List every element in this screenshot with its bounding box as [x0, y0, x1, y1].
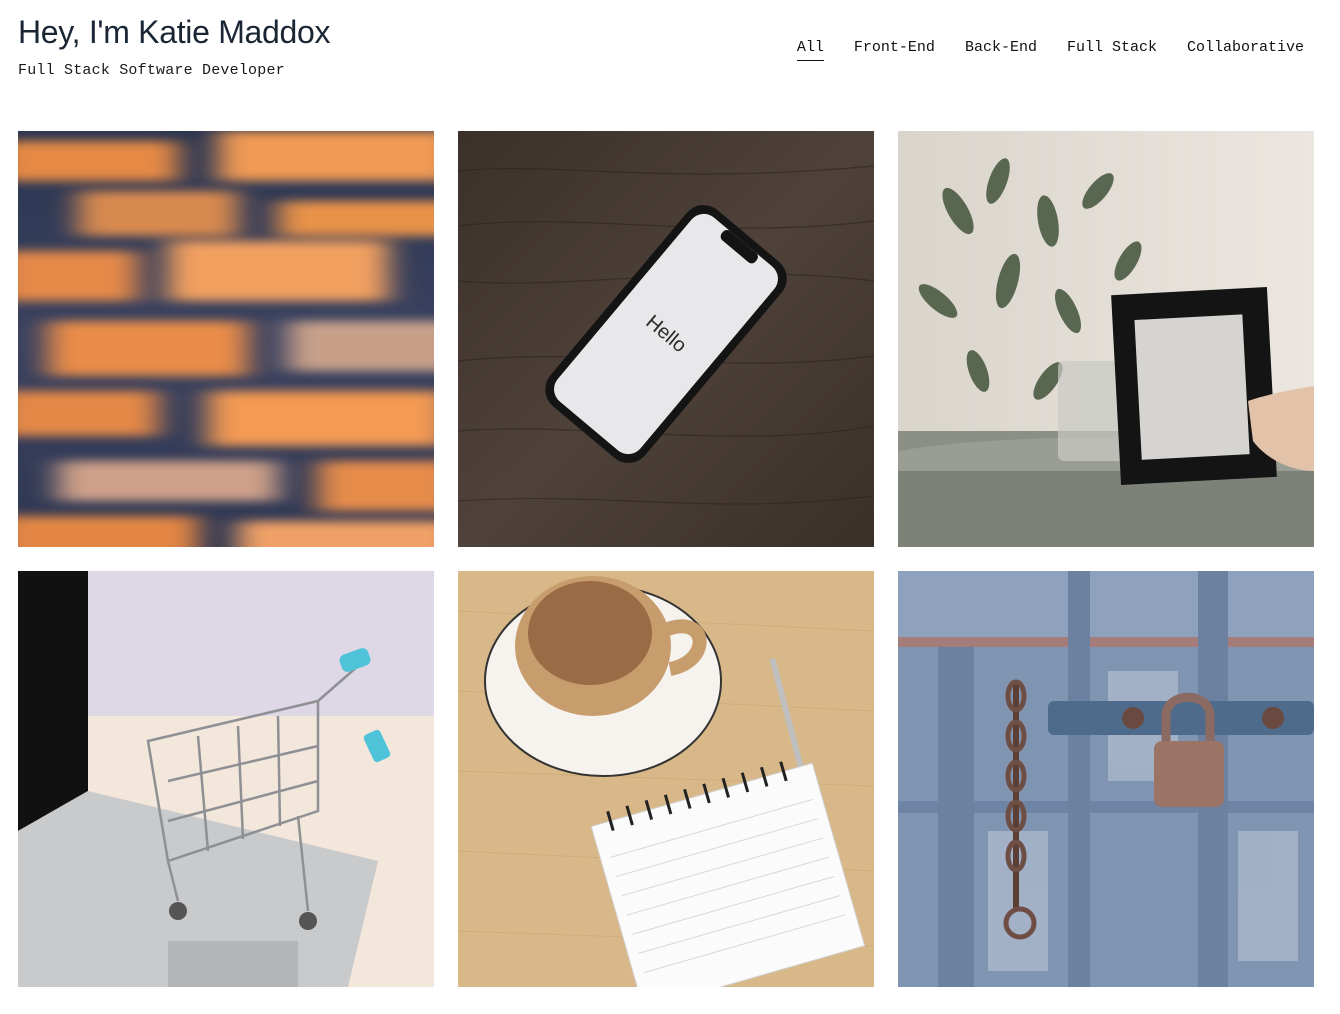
project-tile-padlock[interactable] [898, 571, 1314, 987]
filter-collaborative[interactable]: Collaborative [1187, 38, 1304, 61]
shopping-cart-image [18, 571, 434, 987]
padlock-door-image [898, 571, 1314, 987]
project-tile-cart[interactable] [18, 571, 434, 987]
project-tile-coffee[interactable] [458, 571, 874, 987]
site-subtitle: Full Stack Software Developer [18, 62, 285, 79]
project-tile-frame[interactable] [898, 131, 1314, 547]
eucalyptus-frame-image [898, 131, 1314, 547]
site-header: Hey, I'm Katie Maddox Full Stack Softwar… [18, 12, 1304, 92]
filter-full-stack[interactable]: Full Stack [1067, 38, 1157, 61]
filter-back-end[interactable]: Back-End [965, 38, 1037, 61]
filter-front-end[interactable]: Front-End [854, 38, 935, 61]
abstract-blur-image [18, 131, 434, 547]
project-tile-abstract[interactable] [18, 131, 434, 547]
project-grid: Hello [18, 131, 1314, 987]
filter-all[interactable]: All [796, 38, 824, 61]
coffee-notepad-image [458, 571, 874, 987]
project-tile-smartphone[interactable]: Hello [458, 131, 874, 547]
smartphone-image: Hello [458, 131, 874, 547]
filter-nav: All Front-End Back-End Full Stack Collab… [796, 38, 1304, 61]
site-title: Hey, I'm Katie Maddox [18, 14, 331, 50]
